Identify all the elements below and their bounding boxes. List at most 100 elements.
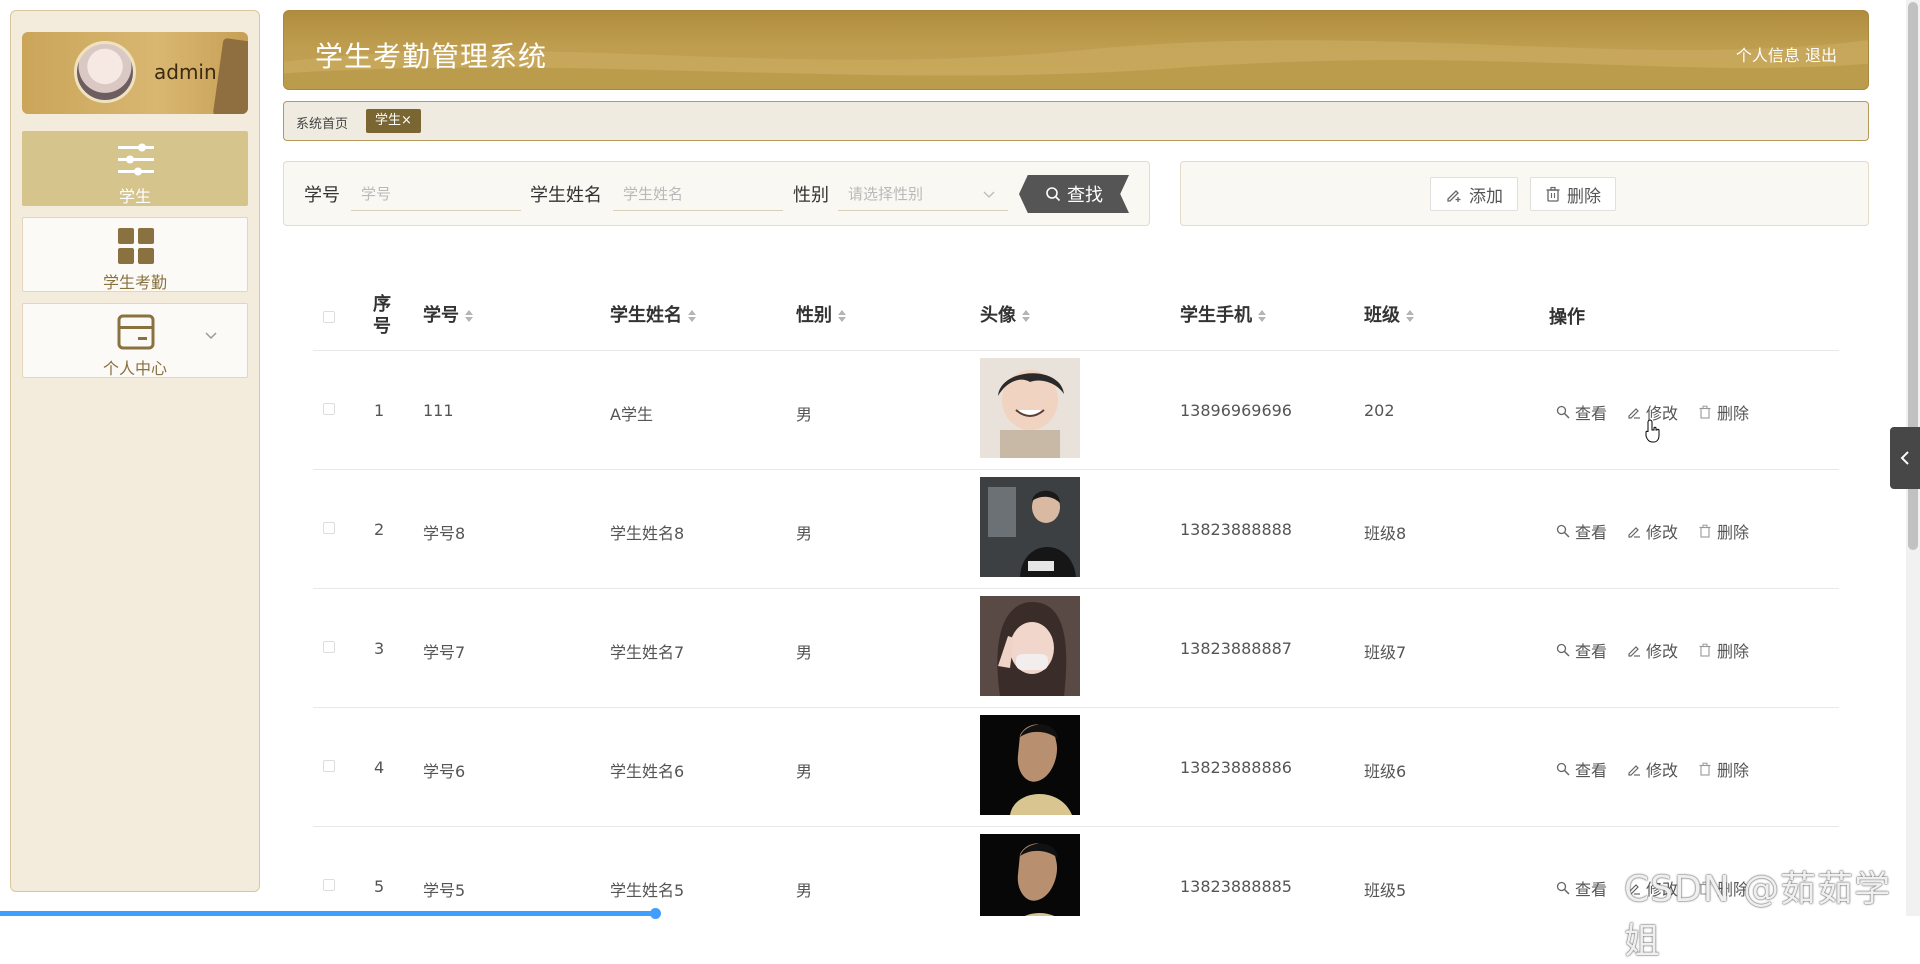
- sidebar-item-profile-center[interactable]: 个人中心: [22, 303, 248, 378]
- view-button[interactable]: 查看: [1556, 519, 1607, 543]
- sidebar-item-label: 个人中心: [102, 359, 167, 378]
- tab-student[interactable]: 学生×: [366, 109, 421, 133]
- edit-label: 修改: [1646, 523, 1679, 542]
- sort-icon[interactable]: [1406, 309, 1414, 323]
- header-class[interactable]: 班级: [1364, 305, 1414, 327]
- cell-index: 2: [374, 520, 385, 539]
- cell-index: 1: [374, 401, 385, 420]
- logout-link[interactable]: 退出: [1805, 46, 1837, 65]
- collapse-panel-tab[interactable]: [1890, 427, 1920, 489]
- breadcrumb-home[interactable]: 系统首页: [296, 113, 348, 132]
- cell-gender: 男: [796, 762, 813, 781]
- row-checkbox[interactable]: [323, 641, 335, 653]
- add-button[interactable]: 添加: [1430, 177, 1518, 211]
- edit-icon: [1628, 408, 1641, 419]
- cell-student-id: 学号5: [423, 881, 466, 900]
- delete-label: 删除: [1717, 761, 1750, 780]
- row-checkbox[interactable]: [323, 522, 335, 534]
- row-checkbox[interactable]: [323, 879, 335, 891]
- search-button-label: 查找: [1067, 185, 1103, 206]
- select-all-checkbox[interactable]: [323, 311, 335, 323]
- sort-icon[interactable]: [1022, 309, 1030, 323]
- grid-icon: [118, 228, 154, 264]
- delete-button[interactable]: 删除: [1698, 638, 1749, 662]
- page-title: 学生考勤管理系统: [315, 40, 548, 73]
- horizontal-scrollbar-handle[interactable]: [650, 908, 661, 919]
- table-row: 5 学号5 学生姓名5 男 13823888885 班级5 查看 修改 删除: [313, 827, 1839, 916]
- sidebar-item-label: 学生: [118, 187, 151, 206]
- delete-button[interactable]: 删除: [1698, 519, 1749, 543]
- cell-gender: 男: [796, 643, 813, 662]
- edit-button[interactable]: 修改: [1627, 757, 1678, 781]
- sidebar-item-student[interactable]: 学生: [22, 131, 248, 206]
- row-checkbox[interactable]: [323, 760, 335, 772]
- cell-gender: 男: [796, 405, 813, 424]
- delete-button[interactable]: 删除: [1698, 757, 1749, 781]
- cell-index: 5: [374, 877, 385, 896]
- student-photo[interactable]: [980, 477, 1080, 577]
- view-button[interactable]: 查看: [1556, 876, 1607, 900]
- delete-label: 删除: [1717, 523, 1750, 542]
- edit-icon: [1628, 765, 1641, 776]
- sort-icon[interactable]: [838, 309, 846, 323]
- student-photo[interactable]: [980, 715, 1080, 815]
- table-header: 序号 学号 学生姓名 性别 头像 学生手机 班级 操作: [313, 283, 1839, 351]
- edit-icon: [1628, 646, 1641, 657]
- profile-link[interactable]: 个人信息: [1736, 46, 1800, 65]
- student-photo[interactable]: [980, 834, 1080, 916]
- sort-icon[interactable]: [465, 309, 473, 323]
- user-name: admin: [154, 60, 217, 84]
- cell-student-id: 学号8: [423, 524, 466, 543]
- header-phone[interactable]: 学生手机: [1180, 305, 1266, 327]
- search-icon: [1556, 881, 1570, 895]
- view-label: 查看: [1575, 523, 1608, 542]
- edit-button[interactable]: 修改: [1627, 519, 1678, 543]
- edit-label: 修改: [1646, 761, 1679, 780]
- row-checkbox[interactable]: [323, 403, 335, 415]
- cell-name: 学生姓名5: [610, 881, 685, 900]
- student-id-input[interactable]: [351, 177, 521, 211]
- chevron-down-icon[interactable]: [204, 329, 218, 343]
- cell-class: 班级6: [1364, 762, 1407, 781]
- view-label: 查看: [1575, 880, 1608, 899]
- header-label: 性别: [796, 305, 832, 326]
- trash-icon: [1546, 186, 1560, 202]
- cell-phone: 13823888887: [1180, 639, 1292, 658]
- table-row: 1 111 A学生 男 13896969696 202 查看 修改 删除: [313, 351, 1839, 470]
- header-links: 个人信息 退出: [1736, 42, 1837, 66]
- view-label: 查看: [1575, 761, 1608, 780]
- search-icon: [1556, 643, 1570, 657]
- header-label: 学生手机: [1180, 305, 1252, 326]
- header-ops: 操作: [1549, 307, 1585, 328]
- sidebar-item-attendance[interactable]: 学生考勤: [22, 217, 248, 292]
- chevron-left-icon: [1900, 451, 1909, 465]
- search-icon: [1556, 762, 1570, 776]
- search-button[interactable]: 查找: [1019, 175, 1129, 213]
- header-gender[interactable]: 性别: [796, 305, 846, 327]
- sort-icon[interactable]: [688, 309, 696, 323]
- edit-button[interactable]: 修改: [1627, 638, 1678, 662]
- cell-phone: 13896969696: [1180, 401, 1292, 420]
- student-photo[interactable]: [980, 358, 1080, 458]
- view-button[interactable]: 查看: [1556, 638, 1607, 662]
- delete-button[interactable]: 删除: [1698, 400, 1749, 424]
- row-actions: 查看 修改 删除: [1556, 757, 1749, 781]
- header-label: 班级: [1364, 305, 1400, 326]
- cell-name: 学生姓名6: [610, 762, 685, 781]
- name-input[interactable]: [613, 177, 783, 211]
- search-icon: [1556, 405, 1570, 419]
- gender-label: 性别: [793, 185, 829, 206]
- header-name[interactable]: 学生姓名: [610, 305, 696, 327]
- horizontal-scrollbar[interactable]: [0, 911, 656, 916]
- add-button-label: 添加: [1469, 186, 1503, 207]
- header-avatar[interactable]: 头像: [980, 305, 1030, 327]
- header-student-id[interactable]: 学号: [423, 305, 473, 327]
- cell-gender: 男: [796, 524, 813, 543]
- bulk-delete-button[interactable]: 删除: [1530, 177, 1616, 211]
- view-button[interactable]: 查看: [1556, 757, 1607, 781]
- sort-icon[interactable]: [1258, 309, 1266, 323]
- edit-plus-icon: [1447, 190, 1461, 202]
- view-button[interactable]: 查看: [1556, 400, 1607, 424]
- search-icon: [1556, 524, 1570, 538]
- student-photo[interactable]: [980, 596, 1080, 696]
